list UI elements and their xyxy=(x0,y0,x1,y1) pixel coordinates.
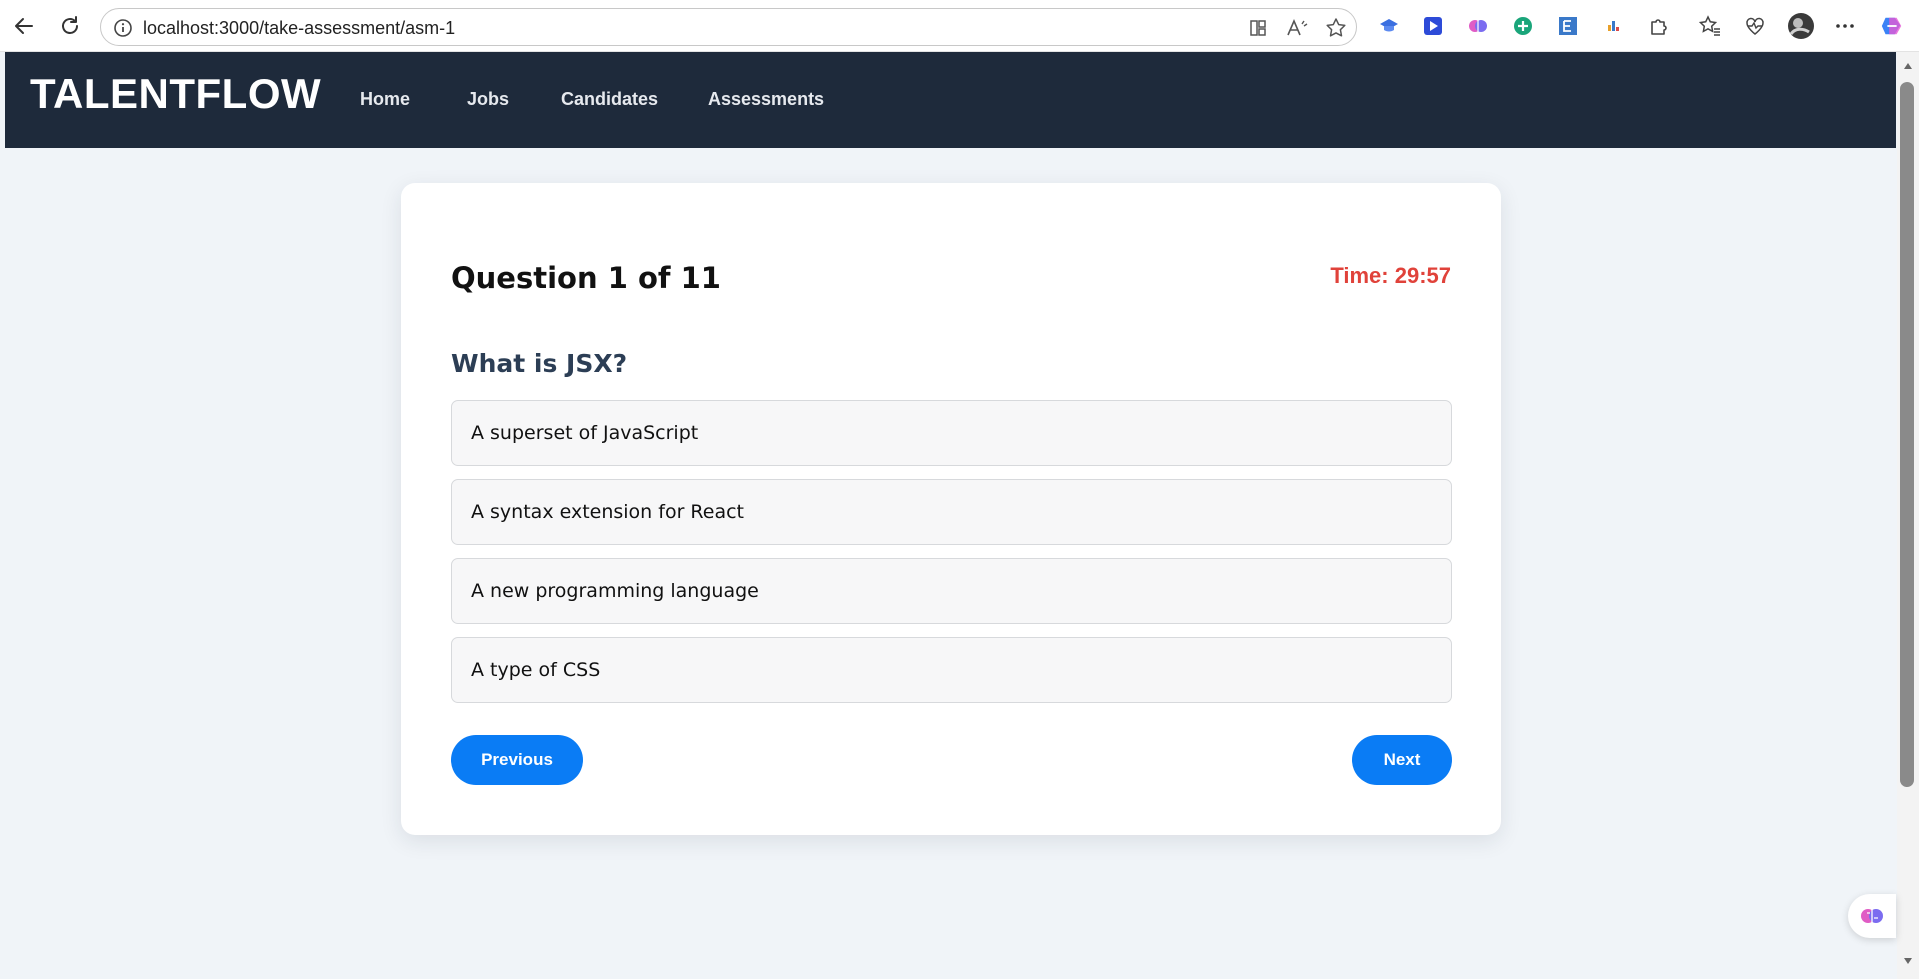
nav-assessments[interactable]: Assessments xyxy=(708,89,824,110)
nav-home[interactable]: Home xyxy=(360,89,410,110)
read-aloud-icon[interactable] xyxy=(1286,17,1308,39)
copilot-icon[interactable] xyxy=(1880,14,1904,38)
answer-option-label: A new programming language xyxy=(471,580,759,602)
assessment-card: Question 1 of 11 Time: 29:57 What is JSX… xyxy=(401,183,1501,835)
timer: Time: 29:57 xyxy=(1330,263,1451,288)
nav-jobs[interactable]: Jobs xyxy=(467,89,509,110)
answer-option[interactable]: A superset of JavaScript xyxy=(451,400,1452,466)
favorite-star-icon[interactable] xyxy=(1325,17,1347,39)
previous-button[interactable]: Previous xyxy=(451,735,583,785)
app-navbar: TALENTFLOW Home Jobs Candidates Assessme… xyxy=(5,52,1896,148)
nav-candidates[interactable]: Candidates xyxy=(561,89,658,110)
app-available-icon[interactable] xyxy=(1247,17,1269,39)
url-text: localhost:3000/take-assessment/asm-1 xyxy=(143,18,456,38)
extension-plus-icon[interactable] xyxy=(1511,14,1535,38)
scroll-up-icon[interactable] xyxy=(1903,62,1913,70)
site-info-icon[interactable] xyxy=(113,18,133,38)
next-button[interactable]: Next xyxy=(1352,735,1452,785)
favorites-icon[interactable] xyxy=(1698,14,1722,38)
answer-option[interactable]: A syntax extension for React xyxy=(451,479,1452,545)
health-icon[interactable] xyxy=(1743,14,1767,38)
scrollbar-thumb[interactable] xyxy=(1900,82,1914,787)
address-bar[interactable]: localhost:3000/take-assessment/asm-1 xyxy=(100,8,1357,46)
extension-editor-icon[interactable] xyxy=(1556,14,1580,38)
extension-brain-icon[interactable] xyxy=(1466,14,1490,38)
brand-logo[interactable]: TALENTFLOW xyxy=(30,70,321,118)
scroll-down-icon[interactable] xyxy=(1903,957,1913,965)
back-icon[interactable] xyxy=(8,10,40,42)
extension-graduation-icon[interactable] xyxy=(1377,14,1401,38)
answer-option[interactable]: A new programming language xyxy=(451,558,1452,624)
answer-option-label: A type of CSS xyxy=(471,659,601,681)
profile-avatar[interactable] xyxy=(1787,12,1815,40)
extensions-puzzle-icon[interactable] xyxy=(1646,14,1670,38)
answer-option-label: A superset of JavaScript xyxy=(471,422,699,444)
question-counter: Question 1 of 11 xyxy=(451,261,721,295)
answer-option-label: A syntax extension for React xyxy=(471,501,745,523)
assistant-widget[interactable] xyxy=(1848,894,1896,938)
extension-chart-icon[interactable] xyxy=(1601,14,1625,38)
brain-icon xyxy=(1861,909,1883,923)
more-menu-icon[interactable] xyxy=(1833,14,1857,38)
extension-play-icon[interactable] xyxy=(1421,14,1445,38)
answer-option[interactable]: A type of CSS xyxy=(451,637,1452,703)
question-text: What is JSX? xyxy=(451,349,628,378)
browser-toolbar: localhost:3000/take-assessment/asm-1 xyxy=(0,0,1919,52)
reload-icon[interactable] xyxy=(54,10,86,42)
